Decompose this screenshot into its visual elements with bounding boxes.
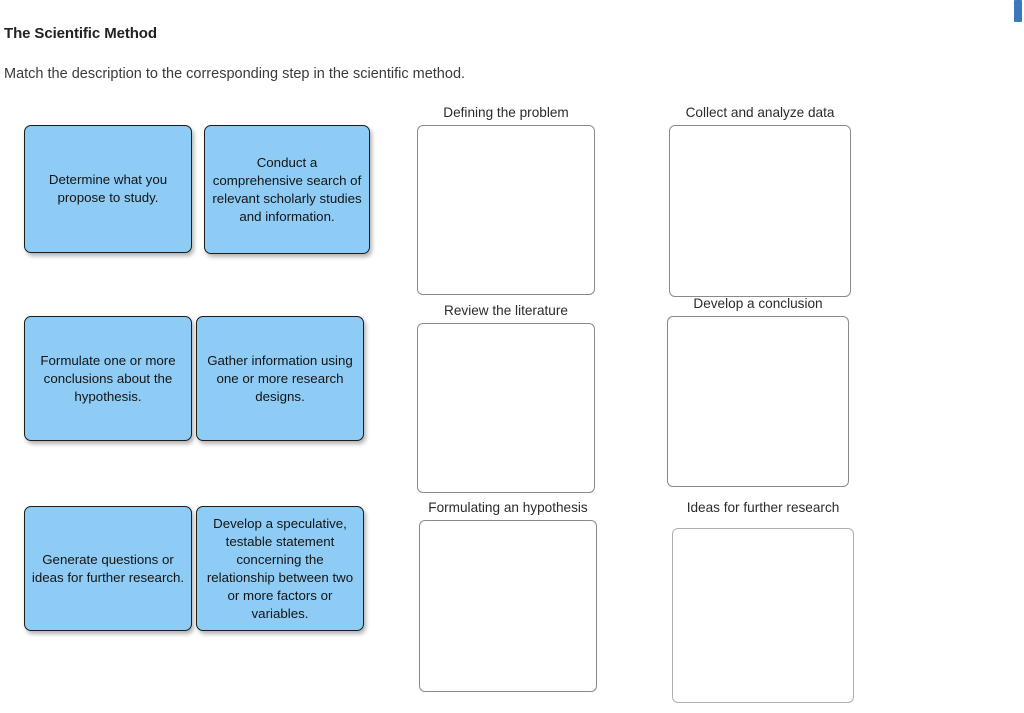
drag-card-label: Generate questions or ideas for further …: [31, 551, 185, 585]
dropzone-develop-a-conclusion[interactable]: [667, 316, 849, 487]
drag-card-generate-questions[interactable]: Generate questions or ideas for further …: [24, 506, 192, 631]
dropzone-label-defining-the-problem: Defining the problem: [443, 105, 569, 120]
drag-card-develop-a-speculative-statement[interactable]: Develop a speculative, testable statemen…: [196, 506, 364, 631]
dropzone-review-the-literature[interactable]: [417, 323, 595, 493]
drag-card-label: Gather information using one or more res…: [207, 352, 353, 404]
drag-card-label: Determine what you propose to study.: [48, 172, 168, 205]
dropzone-ideas-for-further-research[interactable]: [672, 528, 854, 703]
dropzone-defining-the-problem[interactable]: [417, 125, 595, 295]
dropzone-label-develop-a-conclusion: Develop a conclusion: [693, 296, 823, 311]
drag-card-gather-information[interactable]: Gather information using one or more res…: [196, 316, 364, 441]
vertical-scrollbar-thumb[interactable]: [1014, 0, 1022, 22]
drag-card-label: Formulate one or more conclusions about …: [40, 352, 176, 404]
drag-card-label: Develop a speculative, testable statemen…: [206, 515, 354, 621]
page-instruction: Match the description to the correspondi…: [4, 66, 466, 82]
drag-card-determine-what-you-propose-to-study[interactable]: Determine what you propose to study.: [24, 125, 192, 253]
dropzone-label-ideas-for-further-research: Ideas for further research: [686, 500, 840, 515]
page-title: The Scientific Method: [4, 25, 157, 42]
drag-card-label: Conduct a comprehensive search of releva…: [212, 154, 362, 224]
dropzone-label-review-the-literature: Review the literature: [444, 303, 568, 318]
dropzone-label-collect-and-analyze-data: Collect and analyze data: [685, 105, 835, 120]
dropzone-label-formulating-an-hypothesis: Formulating an hypothesis: [428, 500, 588, 515]
dropzone-formulating-an-hypothesis[interactable]: [419, 520, 597, 692]
drag-card-conduct-a-comprehensive-search[interactable]: Conduct a comprehensive search of releva…: [204, 125, 370, 254]
dropzone-collect-and-analyze-data[interactable]: [669, 125, 851, 297]
drag-card-formulate-conclusions[interactable]: Formulate one or more conclusions about …: [24, 316, 192, 441]
